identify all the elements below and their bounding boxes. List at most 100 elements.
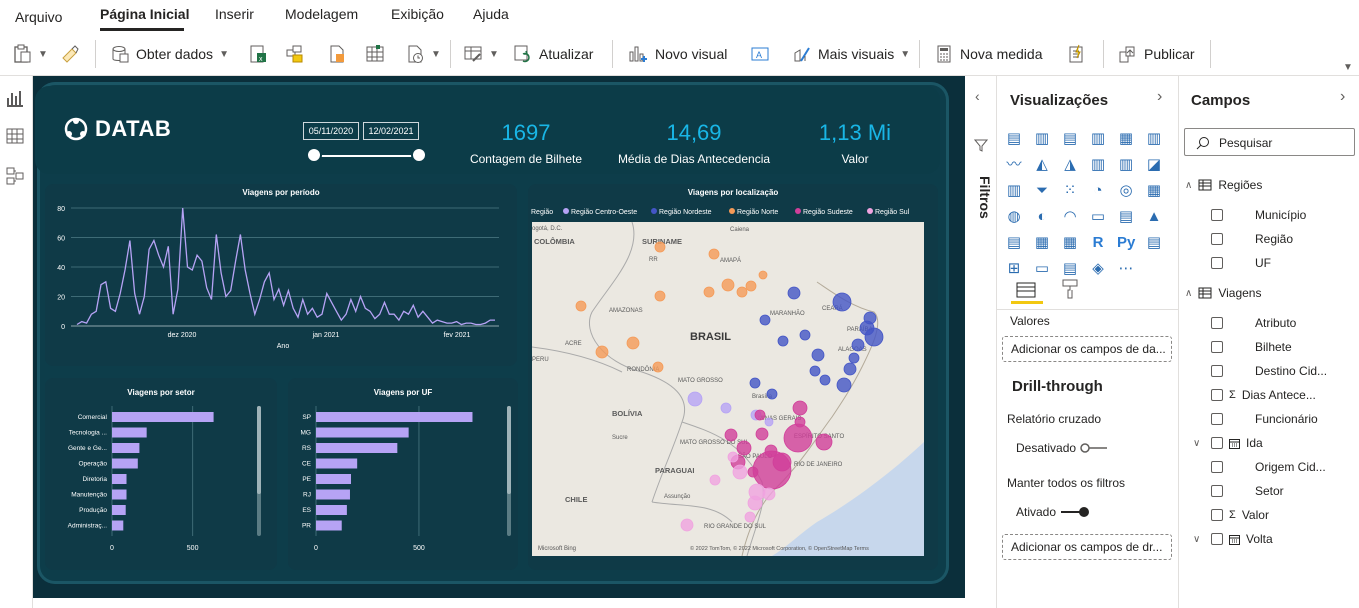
map-bubble[interactable] bbox=[799, 329, 811, 341]
map-bubble[interactable] bbox=[626, 336, 640, 350]
map-bubble[interactable] bbox=[654, 241, 666, 253]
dataverse-button[interactable] bbox=[327, 40, 347, 68]
date-start-field[interactable]: 05/11/2020 bbox=[303, 122, 359, 140]
menu-pagina-inicial[interactable]: Página Inicial bbox=[100, 6, 189, 22]
field-item[interactable]: Setor bbox=[1211, 484, 1284, 498]
bar[interactable] bbox=[112, 458, 138, 469]
legend-label[interactable]: Região Norte bbox=[737, 209, 778, 216]
field-checkbox[interactable] bbox=[1211, 389, 1223, 401]
cross-report-toggle[interactable] bbox=[1079, 441, 1109, 455]
keep-filters-toggle[interactable] bbox=[1059, 505, 1091, 519]
chevron-left-icon[interactable]: ‹ bbox=[975, 88, 980, 104]
bar[interactable] bbox=[316, 443, 398, 453]
field-checkbox[interactable] bbox=[1211, 233, 1223, 245]
key-influencers-icon[interactable]: ▤ bbox=[1145, 234, 1163, 252]
field-item[interactable]: UF bbox=[1211, 256, 1271, 270]
map-bubble[interactable] bbox=[836, 377, 852, 393]
map-bubble[interactable] bbox=[755, 427, 769, 441]
field-checkbox[interactable] bbox=[1211, 257, 1223, 269]
map-bubble[interactable] bbox=[575, 300, 587, 312]
publicar-button[interactable]: Publicar bbox=[1118, 40, 1195, 68]
bar[interactable] bbox=[316, 489, 350, 500]
filters-pane-collapsed[interactable]: ‹ Filtros bbox=[965, 76, 997, 608]
quick-measure-button[interactable] bbox=[1066, 40, 1086, 68]
kpi-icon[interactable]: ▲ bbox=[1145, 208, 1163, 226]
funnel-chart-icon[interactable]: ⏷ bbox=[1033, 182, 1051, 200]
map-bubble[interactable] bbox=[764, 417, 774, 427]
map-bubble[interactable] bbox=[792, 400, 808, 416]
chart-viagens-setor[interactable]: Viagens por setor 0 500 Comercial Tecnologi… bbox=[45, 378, 277, 570]
field-checkbox[interactable] bbox=[1211, 317, 1223, 329]
field-checkbox[interactable] bbox=[1211, 209, 1223, 221]
line-clustered-icon[interactable]: ▥ bbox=[1117, 156, 1135, 174]
map-bubble[interactable] bbox=[703, 286, 715, 298]
multirow-card-icon[interactable]: ▤ bbox=[1117, 208, 1135, 226]
bar[interactable] bbox=[112, 443, 140, 453]
text-box-button[interactable]: A bbox=[750, 40, 770, 68]
map-bubble[interactable] bbox=[749, 377, 761, 389]
obter-dados-button[interactable]: Obter dados ▼ bbox=[110, 40, 229, 68]
map-bubble[interactable] bbox=[652, 361, 664, 373]
date-slider-end-handle[interactable] bbox=[411, 147, 427, 163]
pie-chart-icon[interactable]: ◔ bbox=[1089, 182, 1107, 200]
decomposition-tree-icon[interactable]: ⊞ bbox=[1005, 260, 1023, 278]
add-drill-dropzone[interactable]: Adicionar os campos de dr... bbox=[1002, 534, 1172, 560]
menu-ajuda[interactable]: Ajuda bbox=[473, 6, 509, 22]
bar[interactable] bbox=[316, 458, 358, 469]
map-bubble[interactable] bbox=[766, 388, 778, 400]
bar[interactable] bbox=[112, 427, 147, 438]
add-fields-dropzone[interactable]: Adicionar os campos de da... bbox=[1002, 336, 1172, 362]
map-bubble[interactable] bbox=[724, 428, 738, 442]
field-checkbox[interactable] bbox=[1211, 533, 1223, 545]
table-node[interactable]: ∧ Viagens bbox=[1185, 286, 1261, 300]
treemap-icon[interactable]: ▦ bbox=[1145, 182, 1163, 200]
map-svg[interactable]: ogotá, D.C.COLÔMBIA SURINAMECaienaRR AMAPÁ… bbox=[532, 222, 924, 556]
map-bubble[interactable] bbox=[732, 464, 748, 480]
line-chart-icon[interactable]: 〰 bbox=[1005, 156, 1023, 174]
field-item[interactable]: Município bbox=[1211, 208, 1306, 222]
narrative-icon[interactable]: ▤ bbox=[1061, 260, 1079, 278]
chart-viagens-localizacao[interactable]: Viagens por localização Região Região Cen… bbox=[528, 184, 938, 570]
field-checkbox[interactable] bbox=[1211, 485, 1223, 497]
map-bubble[interactable] bbox=[747, 495, 763, 511]
format-paint-roller-icon[interactable] bbox=[1059, 278, 1081, 300]
map-bubble[interactable] bbox=[745, 280, 757, 292]
enter-data-button[interactable] bbox=[365, 40, 385, 68]
map-bubble[interactable] bbox=[654, 290, 666, 302]
bar[interactable] bbox=[112, 520, 124, 531]
menu-exibicao[interactable]: Exibição bbox=[391, 6, 444, 22]
nova-medida-button[interactable]: Nova medida bbox=[934, 40, 1043, 68]
chart-viagens-periodo[interactable]: Viagens por período 0 20 40 60 80 dez 2020 jan… bbox=[45, 184, 517, 366]
map-bubble[interactable] bbox=[708, 248, 720, 260]
novo-visual-button[interactable]: Novo visual bbox=[627, 40, 727, 68]
map-bubble[interactable] bbox=[851, 338, 865, 352]
menu-inserir[interactable]: Inserir bbox=[215, 6, 254, 22]
chevron-up-icon[interactable]: ∧ bbox=[1185, 180, 1192, 191]
map-bubble[interactable] bbox=[720, 402, 732, 414]
clustered-bar-icon[interactable]: ▤ bbox=[1061, 130, 1079, 148]
field-item[interactable]: Atributo bbox=[1211, 316, 1296, 330]
field-checkbox[interactable] bbox=[1211, 341, 1223, 353]
field-checkbox[interactable] bbox=[1211, 437, 1223, 449]
stacked-column-icon[interactable]: ▥ bbox=[1033, 130, 1051, 148]
scrollbar-thumb[interactable] bbox=[507, 406, 511, 494]
field-checkbox[interactable] bbox=[1211, 461, 1223, 473]
map-bubble[interactable] bbox=[832, 292, 852, 312]
mais-visuais-button[interactable]: Mais visuais ▼ bbox=[792, 40, 910, 68]
chevron-up-icon[interactable]: ∧ bbox=[1185, 288, 1192, 299]
data-view-icon[interactable] bbox=[5, 126, 25, 146]
map-bubble[interactable] bbox=[762, 487, 776, 501]
bar[interactable] bbox=[112, 489, 127, 500]
map-bubble[interactable] bbox=[848, 352, 860, 364]
map-bubble[interactable] bbox=[758, 270, 768, 280]
bar[interactable] bbox=[112, 505, 126, 515]
map-bubble[interactable] bbox=[680, 518, 694, 532]
field-item[interactable]: Funcionário bbox=[1211, 412, 1318, 426]
chevron-down-icon[interactable]: ∨ bbox=[1193, 438, 1200, 449]
clustered-column-icon[interactable]: ▥ bbox=[1089, 130, 1107, 148]
field-item[interactable]: Destino Cid... bbox=[1211, 364, 1327, 378]
transform-data-button[interactable]: ▼ bbox=[463, 40, 499, 68]
matrix-icon[interactable]: ▦ bbox=[1061, 234, 1079, 252]
r-visual-icon[interactable]: R bbox=[1089, 234, 1107, 252]
atualizar-button[interactable]: Atualizar bbox=[513, 40, 593, 68]
